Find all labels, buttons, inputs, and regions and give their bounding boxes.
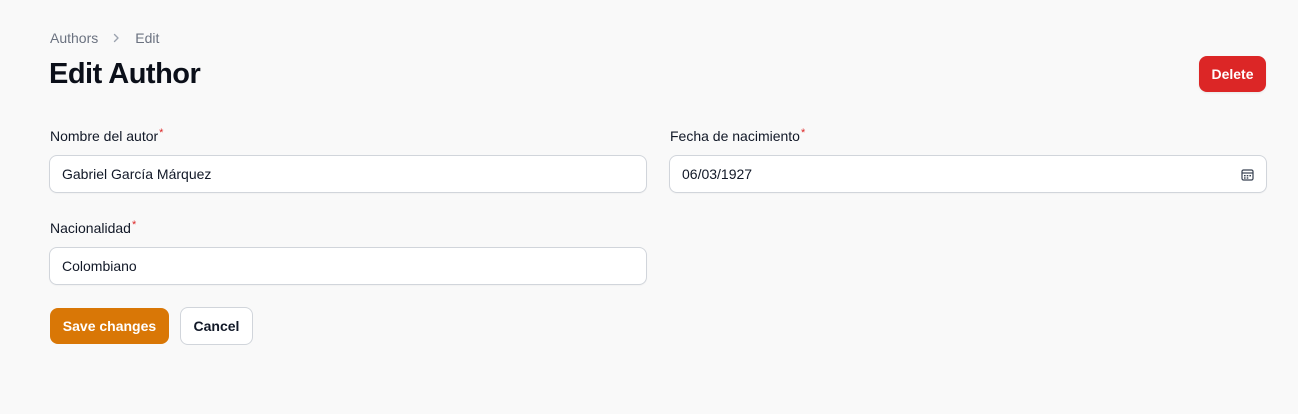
nacionalidad-input-value: Colombiano bbox=[62, 258, 137, 274]
nombre-field-group: Nombre del autor* bbox=[50, 127, 163, 145]
nombre-label-text: Nombre del autor bbox=[50, 128, 159, 144]
nacionalidad-field-group: Nacionalidad* bbox=[50, 219, 136, 237]
fecha-field-group: Fecha de nacimiento* bbox=[670, 127, 805, 145]
cancel-button[interactable]: Cancel bbox=[180, 307, 253, 345]
nombre-input-value: Gabriel García Márquez bbox=[62, 166, 212, 182]
chevron-right-icon bbox=[110, 32, 122, 44]
fecha-label: Fecha de nacimiento* bbox=[670, 127, 805, 145]
calendar-icon[interactable] bbox=[1240, 167, 1254, 181]
edit-author-page: Authors Edit Edit Author Delete Nombre d… bbox=[0, 0, 1298, 414]
nacionalidad-label: Nacionalidad* bbox=[50, 219, 136, 237]
fecha-input[interactable]: 06/03/1927 bbox=[669, 155, 1267, 193]
fecha-label-text: Fecha de nacimiento bbox=[670, 128, 800, 144]
save-changes-button[interactable]: Save changes bbox=[50, 308, 169, 344]
nombre-input[interactable]: Gabriel García Márquez bbox=[49, 155, 647, 193]
nacionalidad-label-text: Nacionalidad bbox=[50, 220, 131, 236]
required-marker: * bbox=[131, 219, 137, 231]
fecha-input-value: 06/03/1927 bbox=[682, 166, 753, 182]
breadcrumb: Authors Edit bbox=[50, 29, 159, 47]
breadcrumb-authors-link[interactable]: Authors bbox=[50, 30, 98, 46]
breadcrumb-current: Edit bbox=[135, 30, 160, 46]
page-title: Edit Author bbox=[49, 58, 201, 90]
delete-button[interactable]: Delete bbox=[1199, 56, 1266, 92]
nombre-label: Nombre del autor* bbox=[50, 127, 163, 145]
required-marker: * bbox=[800, 127, 806, 139]
required-marker: * bbox=[159, 127, 164, 139]
nacionalidad-input[interactable]: Colombiano bbox=[49, 247, 647, 285]
